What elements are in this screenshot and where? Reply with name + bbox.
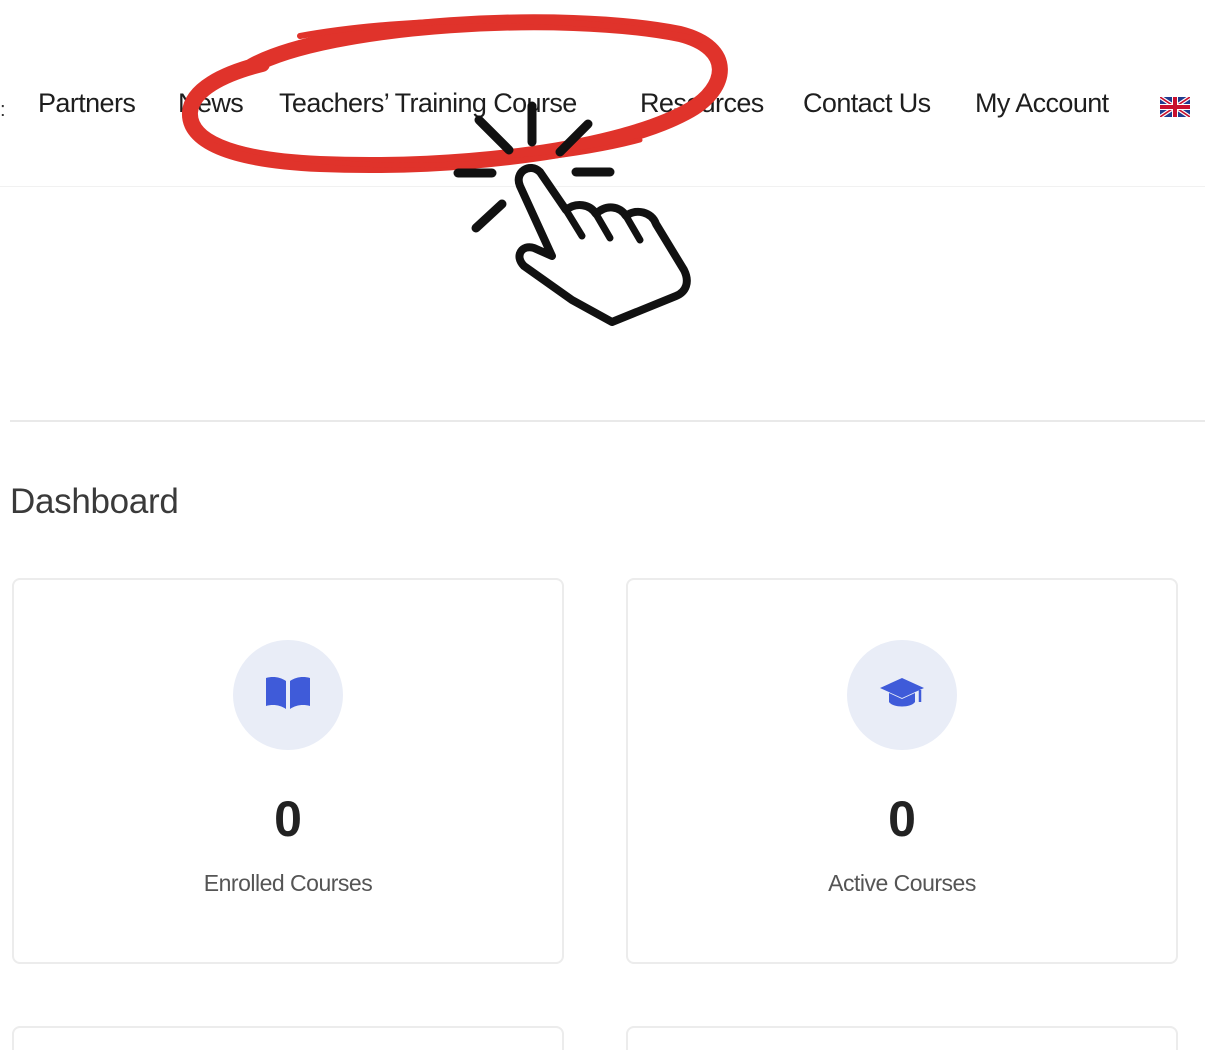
active-courses-label: Active Courses xyxy=(828,870,976,896)
page-title: Dashboard xyxy=(10,482,179,521)
content-divider xyxy=(10,420,1205,422)
dashboard-card-partial[interactable] xyxy=(626,1026,1178,1050)
enrolled-courses-icon-circle xyxy=(233,640,343,750)
enrolled-courses-label: Enrolled Courses xyxy=(203,870,373,896)
nav-item-news[interactable]: News xyxy=(178,88,244,119)
header-divider xyxy=(0,186,1205,187)
enrolled-courses-count: 0 xyxy=(274,791,302,847)
nav-item-resources[interactable]: Resources xyxy=(640,88,764,119)
enrolled-courses-card[interactable]: 0 Enrolled Courses xyxy=(12,578,564,964)
dashboard-card-partial[interactable] xyxy=(12,1026,564,1050)
nav-item-my-account[interactable]: My Account xyxy=(975,88,1109,119)
active-courses-card[interactable]: 0 Active Courses xyxy=(626,578,1178,964)
active-courses-count: 0 xyxy=(888,791,916,847)
nav-overflow-marker: : xyxy=(0,99,6,121)
open-book-icon xyxy=(264,675,312,716)
active-courses-icon-circle xyxy=(847,640,957,750)
main-navigation: : Partners News Teachers’ Training Cours… xyxy=(0,78,1205,130)
nav-item-contact-us[interactable]: Contact Us xyxy=(803,88,931,119)
hand-pointer-icon xyxy=(453,101,691,326)
uk-flag-icon[interactable] xyxy=(1158,95,1192,119)
nav-item-partners[interactable]: Partners xyxy=(38,88,136,119)
nav-item-teachers-training-course[interactable]: Teachers’ Training Course xyxy=(279,88,577,119)
graduation-cap-icon xyxy=(879,675,925,716)
